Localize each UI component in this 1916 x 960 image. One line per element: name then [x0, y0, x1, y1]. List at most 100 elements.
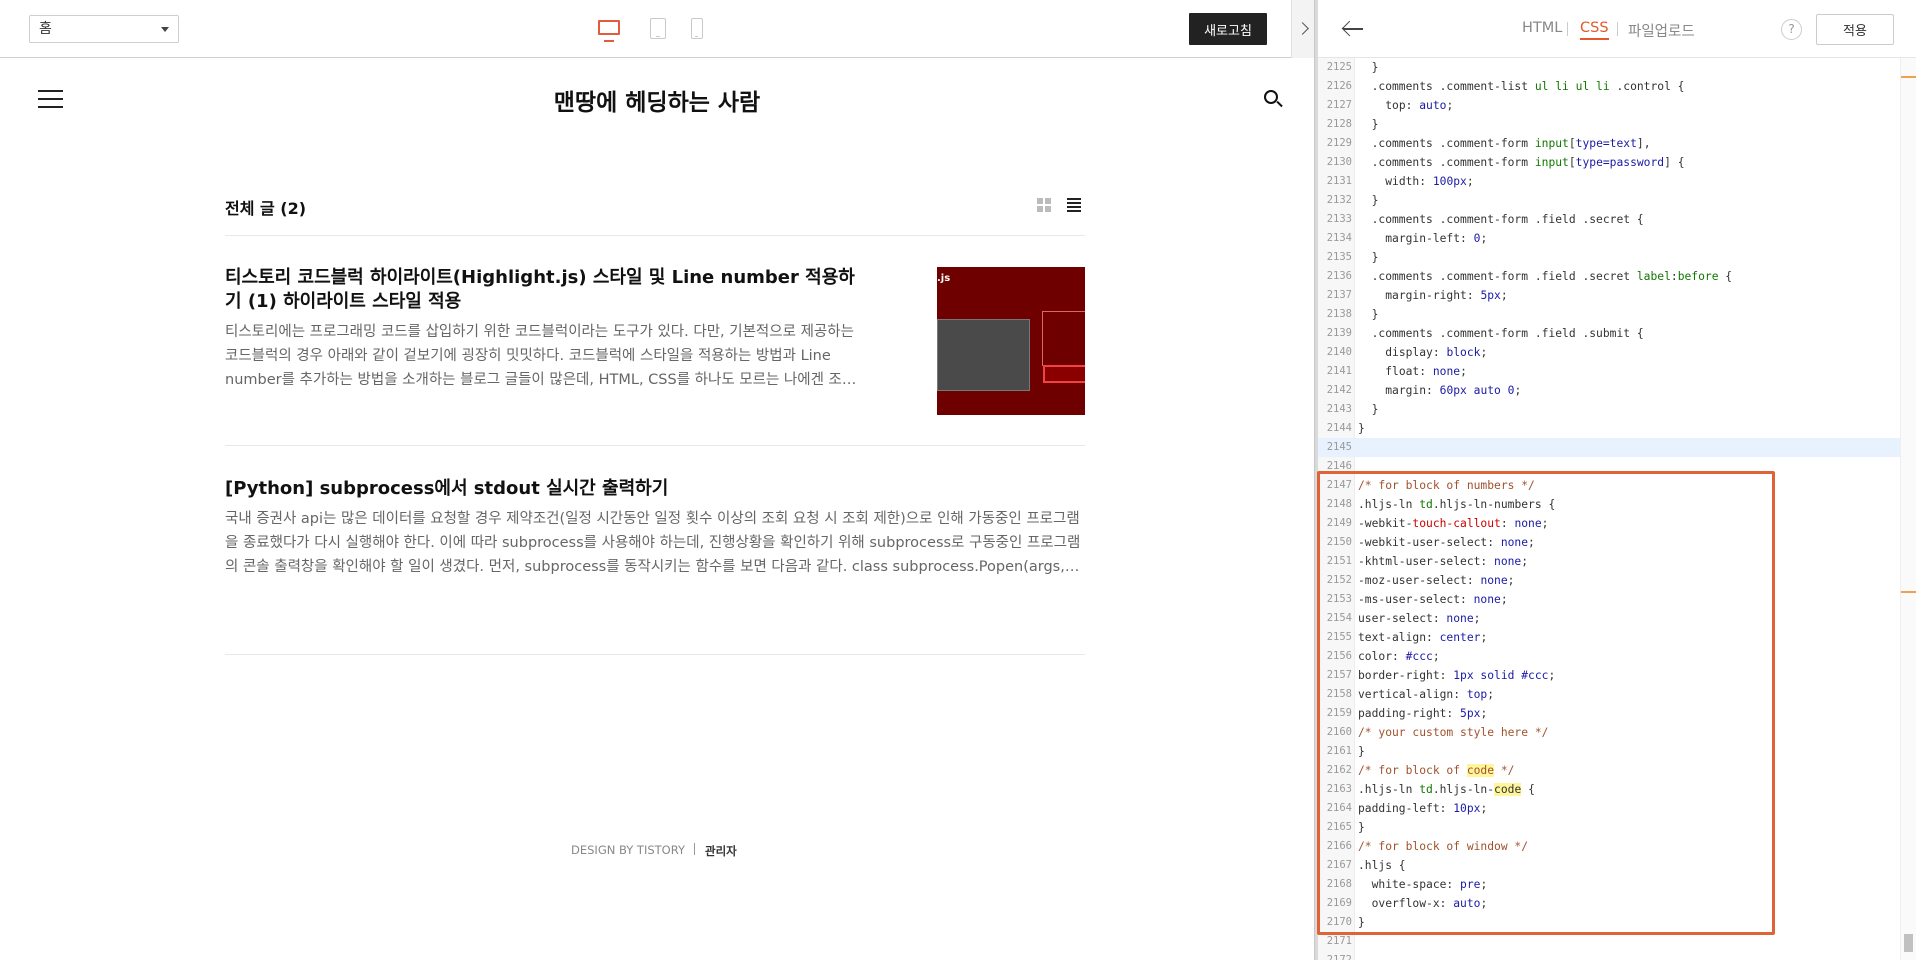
code-line[interactable]: 2146 [1318, 457, 1904, 476]
code-line[interactable]: 2142 margin: 60px auto 0; [1318, 381, 1904, 400]
code-line[interactable]: 2160 /* your custom style here */ [1318, 723, 1904, 742]
divider [225, 445, 1085, 446]
tab-html[interactable]: HTML [1522, 20, 1562, 36]
active-tab-indicator [1580, 38, 1609, 40]
code-line[interactable]: 2127 top: auto; [1318, 96, 1904, 115]
page-select-dropdown[interactable]: 홈 [29, 15, 179, 43]
code-line[interactable]: 2157 border-right: 1px solid #ccc; [1318, 666, 1904, 685]
line-number: 2129 [1326, 137, 1352, 149]
code-line[interactable]: 2140 display: block; [1318, 343, 1904, 362]
code-line[interactable]: 2148 .hljs-ln td.hljs-ln-numbers { [1318, 495, 1904, 514]
desktop-view-icon[interactable] [598, 20, 620, 42]
code-line[interactable]: 2166 /* for block of window */ [1318, 837, 1904, 856]
code-text: -ms-user-select: none; [1358, 593, 1508, 606]
apply-button[interactable]: 적용 [1816, 14, 1894, 45]
line-number: 2125 [1326, 61, 1352, 73]
mobile-view-icon[interactable] [691, 18, 703, 39]
line-number: 2140 [1326, 346, 1352, 358]
code-line[interactable]: 2126 .comments .comment-list ul li ul li… [1318, 77, 1904, 96]
line-number: 2149 [1326, 517, 1352, 529]
preview-toolbar: 홈 새로고침 [0, 0, 1314, 58]
grid-view-icon[interactable] [1037, 198, 1051, 212]
code-line[interactable]: 2162 /* for block of code */ [1318, 761, 1904, 780]
code-line[interactable]: 2158 vertical-align: top; [1318, 685, 1904, 704]
code-line[interactable]: 2125 } [1318, 58, 1904, 77]
back-arrow-icon[interactable] [1341, 20, 1364, 38]
code-line[interactable]: 2171 [1318, 932, 1904, 951]
code-line[interactable]: 2131 width: 100px; [1318, 172, 1904, 191]
line-number: 2137 [1326, 289, 1352, 301]
blog-preview-pane: 홈 새로고침 맨땅에 헤딩하는 사람 전체 글 (2) 티스토리 코드블럭 하이… [0, 0, 1314, 960]
code-line[interactable]: 2170} [1318, 913, 1904, 932]
admin-link[interactable]: 관리자 [705, 843, 737, 859]
help-icon[interactable]: ? [1781, 19, 1802, 40]
code-line[interactable]: 2143 } [1318, 400, 1904, 419]
code-line[interactable]: 2152 -moz-user-select: none; [1318, 571, 1904, 590]
tab-file-upload[interactable]: 파일업로드 [1628, 20, 1695, 41]
code-line[interactable]: 2133 .comments .comment-form .field .sec… [1318, 210, 1904, 229]
code-line[interactable]: 2144} [1318, 419, 1904, 438]
code-line[interactable]: 2172 [1318, 951, 1904, 960]
code-text: .hljs-ln td.hljs-ln-code { [1358, 783, 1535, 796]
code-line[interactable]: 2128 } [1318, 115, 1904, 134]
line-number: 2138 [1326, 308, 1352, 320]
code-line[interactable]: 2149 -webkit-touch-callout: none; [1318, 514, 1904, 533]
code-line[interactable]: 2156 color: #ccc; [1318, 647, 1904, 666]
code-line[interactable]: 2153 -ms-user-select: none; [1318, 590, 1904, 609]
blog-title[interactable]: 맨땅에 헤딩하는 사람 [0, 83, 1314, 117]
post-item[interactable]: [Python] subprocess에서 stdout 실시간 출력하기 국내… [225, 477, 1085, 579]
code-line[interactable]: 2145 [1318, 438, 1904, 457]
code-line[interactable]: 2137 margin-right: 5px; [1318, 286, 1904, 305]
code-line[interactable]: 2151 -khtml-user-select: none; [1318, 552, 1904, 571]
code-line[interactable]: 2167 .hljs { [1318, 856, 1904, 875]
search-icon[interactable] [1264, 90, 1283, 108]
tab-separator [1567, 22, 1568, 36]
chevron-right-icon[interactable] [1291, 0, 1314, 58]
code-text: padding-left: 10px; [1358, 802, 1488, 815]
code-line[interactable]: 2132 } [1318, 191, 1904, 210]
code-line[interactable]: 2130 .comments .comment-form input[type=… [1318, 153, 1904, 172]
tab-css[interactable]: CSS [1580, 20, 1609, 36]
line-number: 2163 [1326, 783, 1352, 795]
code-line[interactable]: 2150 -webkit-user-select: none; [1318, 533, 1904, 552]
code-text: /* for block of window */ [1358, 840, 1529, 853]
code-line[interactable]: 2154 user-select: none; [1318, 609, 1904, 628]
code-line[interactable]: 2139 .comments .comment-form .field .sub… [1318, 324, 1904, 343]
code-line[interactable]: 2168 white-space: pre; [1318, 875, 1904, 894]
code-text: .hljs { [1358, 859, 1406, 872]
list-view-icon[interactable] [1067, 198, 1081, 212]
code-line[interactable]: 2135 } [1318, 248, 1904, 267]
line-number: 2148 [1326, 498, 1352, 510]
line-number: 2135 [1326, 251, 1352, 263]
code-line[interactable]: 2134 margin-left: 0; [1318, 229, 1904, 248]
code-line[interactable]: 2155 text-align: center; [1318, 628, 1904, 647]
editor-scrollbar[interactable] [1900, 58, 1916, 960]
post-title[interactable]: 티스토리 코드블럭 하이라이트(Highlight.js) 스타일 및 Line… [225, 266, 865, 314]
code-line[interactable]: 2129 .comments .comment-form input[type=… [1318, 134, 1904, 153]
code-line[interactable]: 2159 padding-right: 5px; [1318, 704, 1904, 723]
post-title[interactable]: [Python] subprocess에서 stdout 실시간 출력하기 [225, 477, 1085, 501]
post-thumbnail[interactable]: .js [937, 267, 1085, 415]
line-number: 2159 [1326, 707, 1352, 719]
tablet-view-icon[interactable] [650, 18, 666, 39]
code-editor[interactable]: 2125 } 2126 .comments .comment-list ul li… [1318, 58, 1904, 960]
code-line[interactable]: 2163 .hljs-ln td.hljs-ln-code { [1318, 780, 1904, 799]
refresh-button[interactable]: 새로고침 [1189, 13, 1267, 45]
line-number: 2126 [1326, 80, 1352, 92]
code-line[interactable]: 2136 .comments .comment-form .field .sec… [1318, 267, 1904, 286]
code-line[interactable]: 2165} [1318, 818, 1904, 837]
code-line[interactable]: 2141 float: none; [1318, 362, 1904, 381]
post-excerpt: 국내 증권사 api는 많은 데이터를 요청할 경우 제약조건(일정 시간동안 … [225, 511, 1081, 575]
line-number: 2157 [1326, 669, 1352, 681]
code-line[interactable]: 2147 /* for block of numbers */ [1318, 476, 1904, 495]
line-number: 2141 [1326, 365, 1352, 377]
code-text: .comments .comment-form input[type=text]… [1358, 137, 1651, 150]
line-number: 2168 [1326, 878, 1352, 890]
code-line[interactable]: 2164 padding-left: 10px; [1318, 799, 1904, 818]
line-number: 2158 [1326, 688, 1352, 700]
scroll-thumb[interactable] [1904, 934, 1913, 952]
code-line[interactable]: 2161} [1318, 742, 1904, 761]
code-line[interactable]: 2169 overflow-x: auto; [1318, 894, 1904, 913]
code-line[interactable]: 2138 } [1318, 305, 1904, 324]
line-number: 2171 [1326, 935, 1352, 947]
